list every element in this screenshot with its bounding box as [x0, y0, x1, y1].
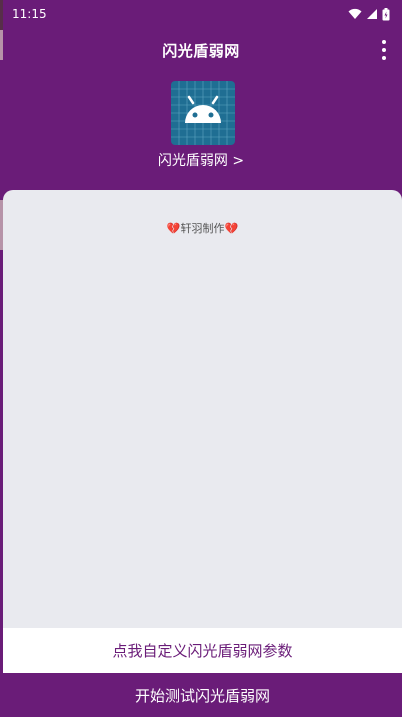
- content-card: 💔轩羽制作💔: [3, 190, 402, 630]
- android-icon[interactable]: [171, 81, 235, 145]
- screen: 11:15 闪光盾弱网 闪光盾弱网 > 💔轩羽制作💔 点我自定义闪光盾弱网参数 …: [0, 0, 402, 717]
- signal-icon: [367, 9, 377, 19]
- status-time: 11:15: [12, 7, 47, 21]
- toolbar: 闪光盾弱网: [0, 28, 402, 72]
- app-name-link[interactable]: 闪光盾弱网 >: [0, 150, 402, 170]
- more-vert-icon[interactable]: [378, 40, 390, 60]
- wifi-icon: [348, 8, 362, 19]
- status-icons: [348, 7, 390, 21]
- custom-params-button[interactable]: 点我自定义闪光盾弱网参数: [3, 628, 402, 673]
- start-test-button[interactable]: 开始测试闪光盾弱网: [3, 673, 402, 717]
- status-bar: 11:15: [0, 0, 402, 28]
- toolbar-title: 闪光盾弱网: [162, 41, 240, 60]
- battery-icon: [382, 7, 390, 20]
- credit-text: 💔轩羽制作💔: [166, 222, 239, 235]
